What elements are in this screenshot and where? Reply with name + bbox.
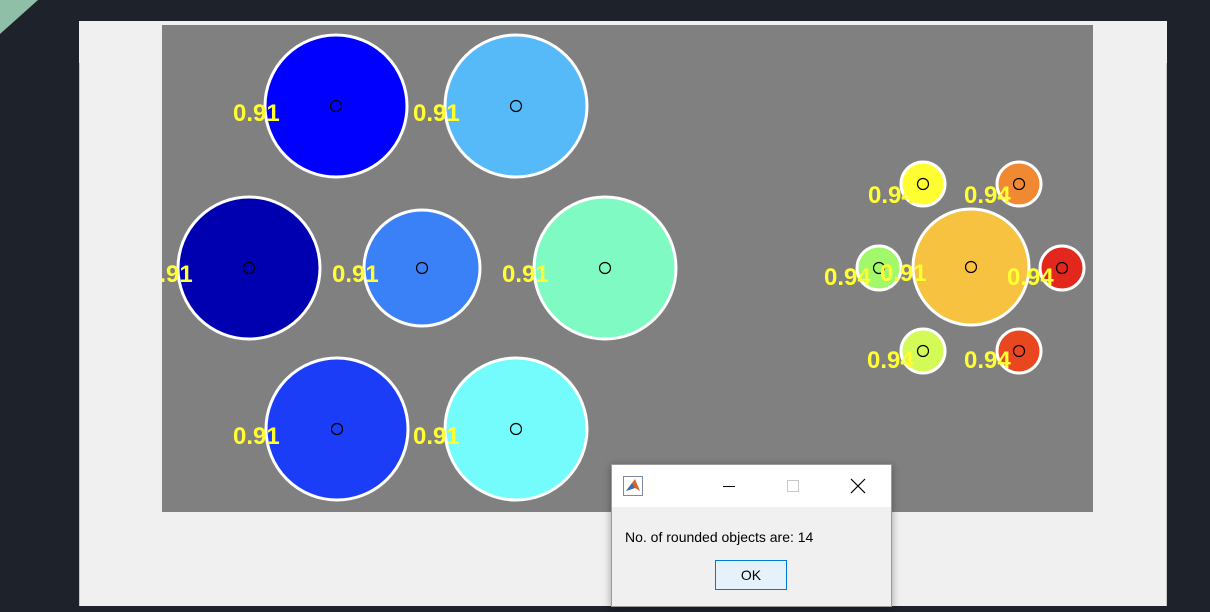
object-navy-mid-left (176, 195, 322, 341)
score-label-blue-mid-center: 0.91 (332, 261, 379, 288)
score-label-red-small-right: 0.94 (1007, 264, 1054, 291)
score-label-redorange-small-bottom: 0.94 (964, 347, 1011, 374)
close-icon (850, 478, 866, 494)
score-label-orange-center: 0.91 (880, 260, 927, 287)
score-label-lime-small-bottom: 0.94 (867, 347, 914, 374)
score-label-blue-bottom-left: 0.91 (233, 423, 280, 450)
ok-button[interactable]: OK (715, 560, 787, 590)
score-label-yellow-small-top: 0.94 (868, 182, 915, 209)
corner-decoration (0, 0, 38, 34)
object-mint-mid-right (532, 195, 678, 341)
minimize-icon (723, 486, 735, 487)
circles-plot: 0.91 0.91 0.91 0.91 0.91 0.91 0.91 0.91 0.94 0.94… (162, 33, 1086, 502)
minimize-button[interactable] (712, 472, 746, 500)
close-button[interactable] (841, 472, 875, 500)
object-blue-bottom-left (264, 356, 410, 502)
object-lightblue-top (443, 33, 589, 179)
dialog-message: No. of rounded objects are: 14 (625, 529, 814, 545)
image-axes: 0.91 0.91 0.91 0.91 0.91 0.91 0.91 0.91 0.94 0.94… (162, 25, 1093, 512)
object-blue-top-left (263, 33, 409, 179)
object-blue-mid-center (362, 208, 482, 328)
score-label-green-small-left: 0.94 (824, 264, 871, 291)
score-label-lightblue-top: 0.91 (413, 100, 460, 127)
matlab-icon (623, 476, 643, 496)
dialog-titlebar (612, 465, 891, 507)
score-label-blue-top-left: 0.91 (233, 100, 280, 127)
score-label-cyan-bottom: 0.91 (413, 423, 460, 450)
score-label-mint-mid-right: 0.91 (502, 261, 549, 288)
score-label-orange-small-top: 0.94 (964, 182, 1011, 209)
maximize-button (776, 472, 810, 500)
maximize-icon (787, 480, 799, 492)
object-cyan-bottom (443, 356, 589, 502)
figure-right-edge (1166, 63, 1167, 606)
score-label-navy-mid-left: 0.91 (162, 261, 193, 288)
figure-left-edge (79, 63, 80, 606)
message-dialog: No. of rounded objects are: 14 OK (611, 464, 892, 607)
